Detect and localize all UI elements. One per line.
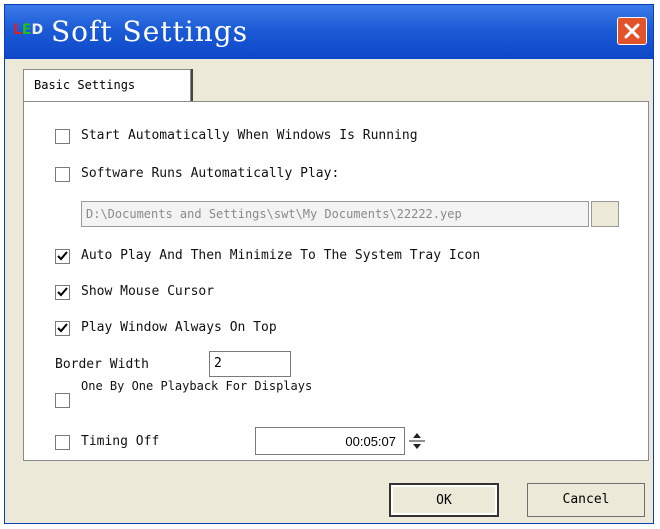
browse-button[interactable] (591, 201, 619, 227)
border-width-input[interactable]: 2 (209, 351, 291, 377)
software-runs-label: Software Runs Automatically Play: (81, 166, 340, 181)
ok-button[interactable]: OK (389, 483, 499, 517)
tab-label: Basic Settings (34, 78, 136, 92)
check-icon (57, 251, 68, 261)
software-runs-checkbox[interactable] (55, 167, 70, 182)
start-auto-checkbox[interactable] (55, 129, 70, 144)
cancel-button[interactable]: Cancel (527, 483, 645, 517)
start-auto-label: Start Automatically When Windows Is Runn… (81, 128, 418, 143)
check-icon (57, 287, 68, 297)
auto-play-label: Auto Play And Then Minimize To The Syste… (81, 248, 481, 263)
timing-off-label: Timing Off (81, 434, 160, 449)
check-icon (57, 323, 68, 333)
app-led-icon: LED (13, 22, 44, 38)
play-file-path-input[interactable]: D:\Documents and Settings\swt\My Documen… (81, 201, 589, 227)
title-bar[interactable]: LED Soft Settings (5, 5, 653, 59)
show-mouse-label: Show Mouse Cursor (81, 284, 215, 299)
auto-play-checkbox[interactable] (55, 249, 70, 264)
time-spinner[interactable] (407, 427, 427, 455)
settings-panel (23, 101, 649, 461)
always-on-top-label: Play Window Always On Top (81, 320, 277, 335)
show-mouse-checkbox[interactable] (55, 285, 70, 300)
tab-basic-settings[interactable]: Basic Settings (23, 69, 191, 101)
border-width-label: Border Width (55, 357, 149, 372)
settings-dialog: LED Soft Settings Basic Settings Start A… (4, 4, 654, 524)
one-by-one-checkbox[interactable] (55, 393, 70, 408)
close-button[interactable] (617, 17, 647, 45)
close-icon (624, 23, 640, 39)
always-on-top-checkbox[interactable] (55, 321, 70, 336)
window-title: Soft Settings (51, 15, 249, 48)
spinner-up-down-icon (409, 433, 425, 449)
timing-time-input[interactable]: 00:05:07 (255, 427, 405, 455)
one-by-one-label: One By One Playback For Displays (81, 379, 313, 393)
timing-off-checkbox[interactable] (55, 435, 70, 450)
tab-edge (191, 69, 193, 101)
